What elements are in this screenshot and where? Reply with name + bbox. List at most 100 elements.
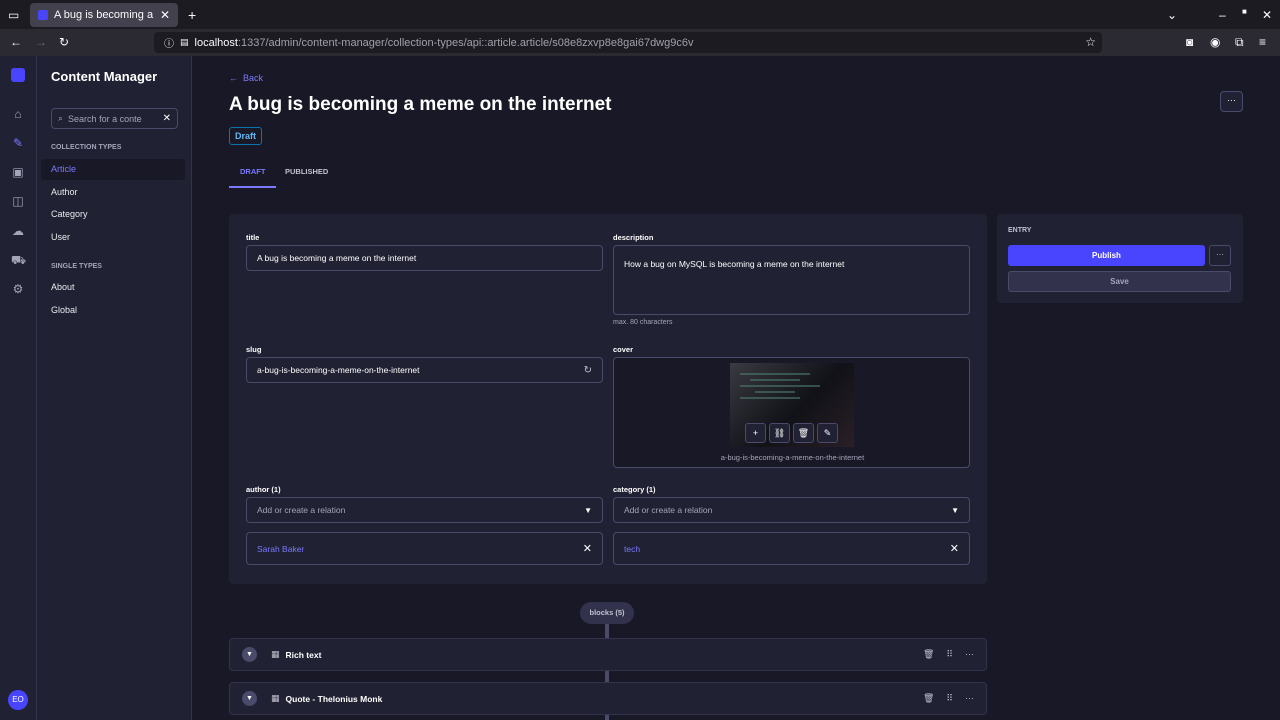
content-manager-icon[interactable]: ✎ [11, 136, 25, 150]
pocket-icon[interactable]: ◙ [1186, 35, 1193, 49]
cloud-icon[interactable]: ☁ [11, 224, 25, 238]
reload-icon[interactable]: ↻ [59, 35, 69, 49]
remove-relation-icon[interactable]: ✕ [583, 542, 592, 555]
cover-media-field[interactable]: + ⛓ 🗑 ✎ a-bug-is-becoming-a-meme-on-the-… [613, 357, 970, 468]
url-path: :1337/admin/content-manager/collection-t… [237, 36, 694, 49]
slug-label: slug [246, 345, 262, 354]
home-icon[interactable]: ⌂ [11, 107, 25, 121]
clear-search-icon[interactable]: ✕ [163, 113, 171, 124]
subnav-item-user[interactable]: User [41, 227, 185, 248]
more-actions-button[interactable]: ··· [1220, 91, 1243, 112]
author-relation-select[interactable]: Add or create a relation ▼ [246, 497, 603, 523]
strapi-logo[interactable] [11, 68, 25, 82]
marketplace-cart-icon[interactable]: ⛟ [11, 253, 26, 267]
url-bar[interactable]: ⓘ ▤ localhost:1337/admin/content-manager… [154, 32, 1102, 53]
more-icon[interactable]: ··· [965, 693, 974, 704]
publish-more-button[interactable]: ··· [1209, 245, 1231, 266]
close-window-icon[interactable]: ✕ [1262, 8, 1272, 22]
collection-types-label: COLLECTION TYPES [51, 144, 122, 151]
author-select-placeholder: Add or create a relation [257, 505, 346, 515]
page-icon: ▤ [180, 37, 189, 47]
cover-label: cover [613, 345, 634, 354]
blocks-count-badge: blocks (5) [580, 602, 634, 624]
description-label: description [613, 233, 654, 242]
user-avatar[interactable]: EO [8, 690, 28, 710]
delete-trash-icon[interactable]: 🗑 [793, 423, 814, 443]
browser-tab-title: A bug is becoming a meme on the internet [54, 9, 156, 21]
drag-handle-icon[interactable]: ⠿ [946, 649, 953, 660]
title-input[interactable]: A bug is becoming a meme on the internet [246, 245, 603, 271]
account-icon[interactable]: ◉ [1210, 35, 1220, 49]
category-relation-link[interactable]: tech [624, 544, 640, 554]
new-tab-icon[interactable]: + [188, 7, 196, 23]
bookmark-star-icon[interactable]: ☆ [1085, 35, 1096, 49]
drag-handle-icon[interactable]: ⠿ [946, 693, 953, 704]
tab-list-icon[interactable]: ▭ [8, 8, 19, 22]
maximize-icon[interactable]: ■ [1242, 7, 1247, 16]
author-label: author (1) [246, 485, 281, 494]
remove-relation-icon[interactable]: ✕ [950, 542, 959, 555]
single-types-label: SINGLE TYPES [51, 263, 102, 270]
block-name: Rich text [285, 649, 322, 660]
forward-icon[interactable]: → [35, 35, 47, 49]
delete-trash-icon[interactable]: 🗑 [923, 649, 934, 660]
subnav-item-article[interactable]: Article [41, 159, 185, 180]
code-line [740, 373, 810, 375]
component-grid-icon: ▦ [271, 649, 280, 659]
subnav-item-global[interactable]: Global [41, 300, 185, 321]
block-row[interactable]: ▼ ▦ Quote - Thelonius Monk 🗑 ⠿ ··· [229, 682, 987, 715]
connector-line [605, 671, 609, 682]
block-row[interactable]: ▼ ▦ Rich text 🗑 ⠿ ··· [229, 638, 987, 671]
add-media-icon[interactable]: + [745, 423, 766, 443]
author-relation-link[interactable]: Sarah Baker [257, 544, 304, 554]
more-icon[interactable]: ··· [965, 649, 974, 660]
extensions-icon[interactable]: ⧉ [1235, 35, 1244, 50]
description-hint: max. 80 characters [613, 319, 673, 326]
subnav-search-input[interactable]: ⌕ Search for a conte ✕ [51, 108, 178, 129]
slug-input[interactable]: a-bug-is-becoming-a-meme-on-the-internet… [246, 357, 603, 383]
save-button[interactable]: Save [1008, 271, 1231, 292]
back-label: Back [243, 73, 264, 83]
main-nav: ⌂ ✎ ▣ ◫ ☁ ⛟ ⚙ EO [0, 56, 37, 720]
chevron-down-icon[interactable]: ▼ [242, 647, 257, 662]
subnav-item-author[interactable]: Author [41, 182, 185, 203]
back-link[interactable]: ← Back [229, 73, 263, 83]
category-relation-item: tech ✕ [613, 532, 970, 565]
chevron-down-icon[interactable]: ▼ [242, 691, 257, 706]
tab-published[interactable]: PUBLISHED [274, 160, 339, 188]
close-tab-icon[interactable]: ✕ [160, 8, 170, 22]
code-line [740, 385, 820, 387]
page-title: A bug is becoming a meme on the internet [229, 94, 612, 115]
browser-navbar: ← → ↻ ⓘ ▤ localhost:1337/admin/content-m… [0, 29, 1280, 56]
tab-draft[interactable]: DRAFT [229, 160, 277, 188]
site-info-icon[interactable]: ⓘ [164, 35, 174, 50]
regenerate-icon[interactable]: ↻ [584, 365, 592, 376]
back-icon[interactable]: ← [10, 35, 22, 49]
status-badge: Draft [229, 127, 263, 145]
media-library-icon[interactable]: ▣ [11, 165, 25, 179]
description-textarea[interactable]: How a bug on MySQL is becoming a meme on… [613, 245, 970, 315]
subnav-title: Content Manager [51, 69, 158, 84]
url-host: localhost [194, 36, 238, 49]
publish-button[interactable]: Publish [1008, 245, 1205, 266]
subnav-item-about[interactable]: About [41, 277, 185, 298]
category-label: category (1) [613, 485, 656, 494]
entry-label: ENTRY [1008, 227, 1032, 234]
menu-icon[interactable]: ≡ [1259, 35, 1266, 49]
list-all-tabs-icon[interactable]: ⌄ [1167, 8, 1177, 22]
search-placeholder: Search for a conte [68, 113, 142, 124]
settings-gear-icon[interactable]: ⚙ [11, 282, 25, 296]
content-manager-subnav: Content Manager ⌕ Search for a conte ✕ C… [37, 56, 192, 720]
delete-trash-icon[interactable]: 🗑 [923, 693, 934, 704]
cover-toolbar: + ⛓ 🗑 ✎ [745, 423, 838, 443]
category-relation-select[interactable]: Add or create a relation ▼ [613, 497, 970, 523]
copy-link-icon[interactable]: ⛓ [769, 423, 790, 443]
connector-line [605, 715, 609, 720]
subnav-item-category[interactable]: Category [41, 204, 185, 225]
entry-panel: ENTRY Publish ··· Save [997, 214, 1243, 303]
browser-tabbar: ▭ A bug is becoming a meme on the intern… [0, 0, 1280, 29]
edit-pencil-icon[interactable]: ✎ [817, 423, 838, 443]
minimize-icon[interactable]: – [1219, 8, 1226, 22]
content-type-builder-icon[interactable]: ◫ [11, 194, 25, 208]
browser-tab[interactable]: A bug is becoming a meme on the internet… [30, 3, 178, 27]
